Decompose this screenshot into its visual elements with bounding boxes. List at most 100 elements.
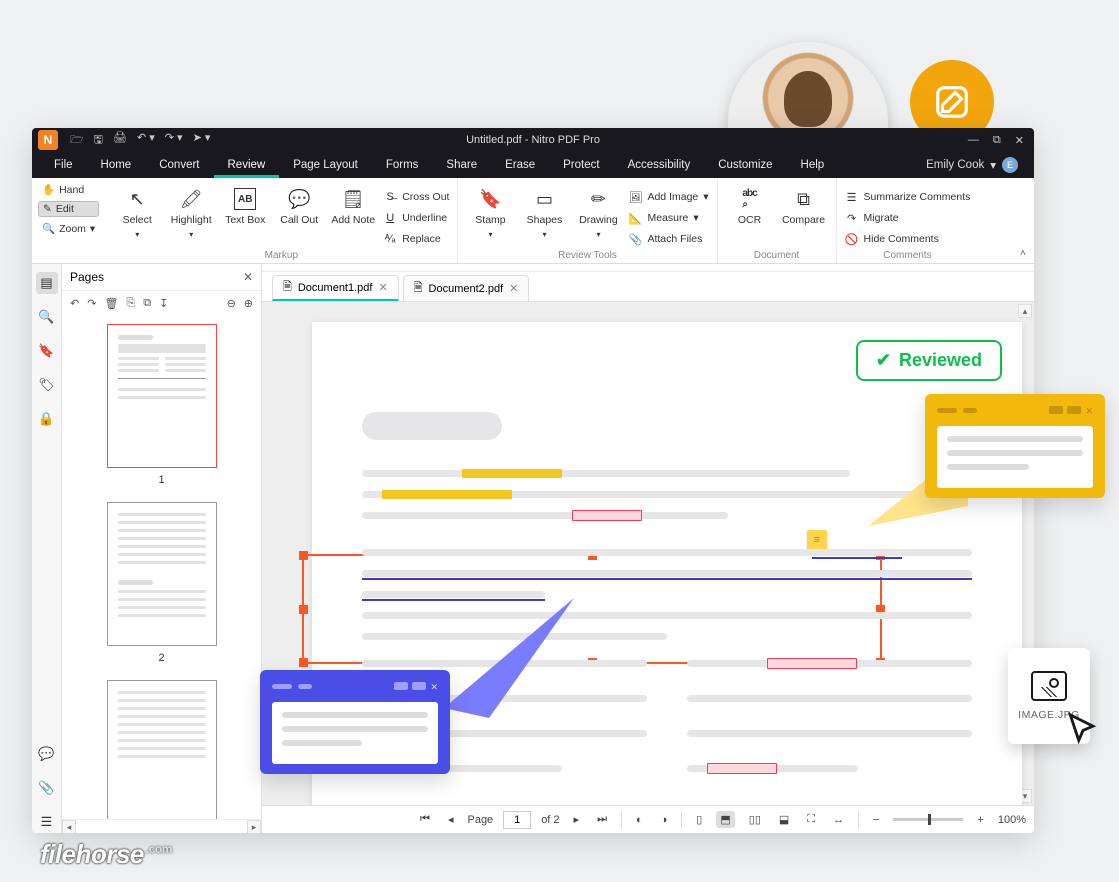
menu-help[interactable]: Help bbox=[787, 152, 839, 178]
zoom-in-thumb-icon[interactable]: ⊕ bbox=[244, 297, 253, 310]
measure-button[interactable]: 📐Measure ▾ bbox=[628, 209, 708, 227]
close-tab-icon[interactable]: ✕ bbox=[509, 282, 518, 295]
shapes-button[interactable]: ▭Shapes▾ bbox=[520, 184, 568, 239]
insert-page-icon[interactable]: ⎘ bbox=[126, 297, 135, 310]
page-thumbnail-1[interactable] bbox=[107, 324, 217, 468]
hand-tool-button[interactable]: ✋Hand bbox=[38, 182, 99, 197]
migrate-button[interactable]: ↷Migrate bbox=[845, 209, 971, 227]
cross-out-button[interactable]: S̶Cross Out bbox=[383, 188, 449, 206]
hide-comments-button[interactable]: 🚫Hide Comments bbox=[845, 230, 971, 248]
add-image-button[interactable]: 🖼Add Image ▾ bbox=[628, 188, 708, 206]
drawing-button[interactable]: ✏Drawing▾ bbox=[574, 184, 622, 239]
close-window-icon[interactable]: ✕ bbox=[1015, 134, 1024, 147]
single-page-view-icon[interactable]: ▯ bbox=[692, 813, 706, 826]
zoom-out-icon[interactable]: − bbox=[869, 814, 883, 826]
sticky-note-icon[interactable]: ≡ bbox=[807, 530, 827, 550]
document-tab-2[interactable]: 🗎 Document2.pdf ✕ bbox=[403, 275, 530, 301]
menu-convert[interactable]: Convert bbox=[145, 152, 213, 178]
minimize-icon[interactable]: — bbox=[968, 134, 979, 147]
zoom-icon: 🔍 bbox=[42, 222, 55, 235]
collapse-ribbon-icon[interactable]: ˄ bbox=[1020, 247, 1026, 259]
replace-button[interactable]: ᴬ⁄ₐReplace bbox=[383, 230, 449, 248]
last-page-icon[interactable]: ⏭ bbox=[593, 813, 611, 826]
ocr-icon: abc⌕ bbox=[742, 188, 756, 210]
rotate-right-icon[interactable]: ↷ bbox=[87, 297, 96, 310]
attachment-icon[interactable]: 📎 bbox=[36, 777, 58, 799]
facing-continuous-view-icon[interactable]: ⬓ bbox=[775, 813, 793, 826]
reviewed-stamp[interactable]: ✔ Reviewed bbox=[856, 340, 1002, 381]
extract-page-icon[interactable]: ↧ bbox=[159, 297, 168, 310]
first-page-icon[interactable]: ⏮ bbox=[416, 813, 434, 826]
ribbon-group-markup: ↖Select▾ 🖍Highlight▾ ABText Box 💬Call Ou… bbox=[105, 178, 458, 263]
select-button[interactable]: ↖Select▾ bbox=[113, 184, 161, 239]
add-note-button[interactable]: 🗒Add Note bbox=[329, 184, 377, 226]
copy-page-icon[interactable]: ⧉ bbox=[143, 297, 151, 310]
page-thumbnail-2[interactable] bbox=[107, 502, 217, 646]
fullscreen-icon[interactable]: ⛶ bbox=[803, 813, 819, 826]
nav-back-icon[interactable]: ◐ bbox=[632, 814, 647, 826]
menu-customize[interactable]: Customize bbox=[704, 152, 786, 178]
ribbon-group-label: Document bbox=[726, 248, 828, 261]
summarize-comments-button[interactable]: ☰Summarize Comments bbox=[845, 188, 971, 206]
rotate-left-icon[interactable]: ↶ bbox=[70, 297, 79, 310]
nav-forward-icon[interactable]: ◑ bbox=[657, 814, 672, 826]
menu-erase[interactable]: Erase bbox=[491, 152, 549, 178]
fit-width-icon[interactable]: ↔ bbox=[829, 814, 848, 826]
close-panel-icon[interactable]: ✕ bbox=[243, 270, 253, 284]
file-icon: 🗎 bbox=[283, 278, 292, 297]
form-icon[interactable]: ☰ bbox=[36, 811, 58, 833]
user-menu[interactable]: Emily Cook ▾ E bbox=[926, 157, 1026, 173]
scroll-left-icon[interactable]: ◂ bbox=[62, 820, 76, 833]
pointer-tool-icon[interactable]: ➤ ▾ bbox=[193, 131, 211, 150]
prev-page-icon[interactable]: ◂ bbox=[444, 813, 458, 826]
comment-popup-blue[interactable]: ✕ bbox=[260, 670, 450, 774]
pages-panel-icon[interactable]: ▤ bbox=[36, 272, 58, 294]
menu-home[interactable]: Home bbox=[87, 152, 146, 178]
lock-icon[interactable]: 🔒 bbox=[36, 408, 58, 430]
scroll-up-icon[interactable]: ▴ bbox=[1018, 304, 1032, 318]
call-out-button[interactable]: 💬Call Out bbox=[275, 184, 323, 226]
menu-accessibility[interactable]: Accessibility bbox=[614, 152, 705, 178]
page-thumbnail-3[interactable] bbox=[107, 680, 217, 819]
underline-button[interactable]: UUnderline bbox=[383, 209, 449, 227]
ocr-button[interactable]: abc⌕OCR bbox=[726, 184, 774, 226]
zoom-out-thumb-icon[interactable]: ⊖ bbox=[227, 297, 236, 310]
stamp-button[interactable]: 🔖Stamp▾ bbox=[466, 184, 514, 239]
menu-protect[interactable]: Protect bbox=[549, 152, 613, 178]
undo-icon[interactable]: ↶ ▾ bbox=[137, 131, 155, 150]
compare-button[interactable]: ⧉Compare bbox=[780, 184, 828, 226]
quick-access-toolbar: 🗁 🖫 🖨 ↶ ▾ ↷ ▾ ➤ ▾ bbox=[64, 131, 216, 150]
text-line bbox=[687, 660, 972, 667]
text-box-button[interactable]: ABText Box bbox=[221, 184, 269, 226]
next-page-icon[interactable]: ▸ bbox=[570, 813, 584, 826]
redo-icon[interactable]: ↷ ▾ bbox=[165, 131, 183, 150]
search-icon[interactable]: 🔍 bbox=[36, 306, 58, 328]
menu-review[interactable]: Review bbox=[214, 152, 280, 178]
scroll-right-icon[interactable]: ▸ bbox=[247, 820, 261, 833]
menu-share[interactable]: Share bbox=[432, 152, 491, 178]
zoom-slider[interactable] bbox=[893, 818, 963, 821]
menu-forms[interactable]: Forms bbox=[372, 152, 433, 178]
save-icon[interactable]: 🖫 bbox=[94, 131, 103, 150]
comment-popup-yellow[interactable]: ✕ bbox=[925, 394, 1105, 498]
thumbnail-list[interactable]: 1 2 bbox=[62, 316, 261, 819]
close-tab-icon[interactable]: ✕ bbox=[378, 281, 387, 294]
zoom-in-icon[interactable]: + bbox=[973, 814, 987, 826]
document-tab-1[interactable]: 🗎 Document1.pdf ✕ bbox=[272, 275, 399, 301]
facing-view-icon[interactable]: ▯▯ bbox=[745, 813, 765, 826]
maximize-icon[interactable]: ⧉ bbox=[993, 134, 1001, 147]
attach-files-button[interactable]: 📎Attach Files bbox=[628, 230, 708, 248]
menu-page-layout[interactable]: Page Layout bbox=[279, 152, 372, 178]
open-icon[interactable]: 🗁 bbox=[70, 131, 84, 150]
continuous-view-icon[interactable]: ⬒ bbox=[716, 811, 734, 828]
page-number-input[interactable] bbox=[503, 811, 531, 829]
delete-page-icon[interactable]: 🗑 bbox=[104, 297, 118, 310]
bookmark-icon[interactable]: 🔖 bbox=[36, 340, 58, 362]
tag-icon[interactable]: 🏷 bbox=[36, 374, 58, 396]
print-icon[interactable]: 🖨 bbox=[113, 131, 127, 150]
menu-file[interactable]: File bbox=[40, 152, 87, 178]
comment-icon[interactable]: 💬 bbox=[36, 743, 58, 765]
edit-tool-button[interactable]: ✎Edit bbox=[38, 201, 99, 217]
zoom-tool-button[interactable]: 🔍Zoom ▾ bbox=[38, 221, 99, 236]
highlight-button[interactable]: 🖍Highlight▾ bbox=[167, 184, 215, 239]
